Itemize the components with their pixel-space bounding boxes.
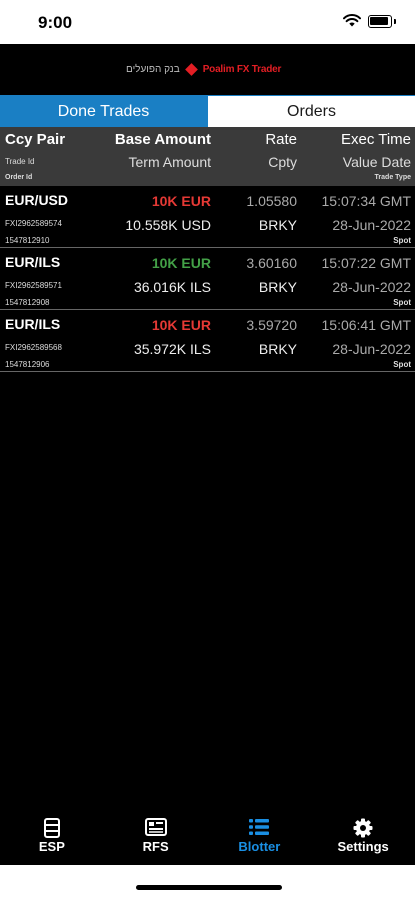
trade-term-amount: 36.016K ILS	[133, 279, 211, 295]
trade-type: Spot	[393, 236, 411, 245]
trade-id: FXI2962589568	[5, 343, 62, 352]
col-ccy-pair[interactable]: Ccy Pair	[5, 131, 65, 148]
col-trade-type: Trade Type	[374, 174, 411, 181]
home-indicator-area	[0, 865, 415, 900]
tab-label: Blotter	[238, 839, 281, 854]
trade-pair: EUR/USD	[5, 192, 69, 208]
bottom-tab-bar: ESP RFS Blotter Settings	[0, 810, 415, 865]
segment-control: Done Trades Orders	[0, 95, 415, 128]
tab-label: RFS	[142, 839, 169, 854]
battery-icon	[368, 15, 396, 28]
trade-exec-time: 15:07:34 GMT	[321, 193, 412, 209]
col-rate[interactable]: Rate	[265, 131, 297, 148]
trade-term-amount: 35.972K ILS	[133, 341, 211, 357]
trade-rate: 1.05580	[246, 193, 297, 209]
trade-rate: 3.60160	[246, 255, 297, 271]
trade-value-date: 28-Jun-2022	[332, 341, 411, 357]
trade-type: Spot	[393, 360, 411, 369]
status-time: 9:00	[38, 13, 73, 32]
list-icon	[248, 818, 270, 841]
col-trade-id: Trade Id	[5, 157, 35, 166]
trade-base-amount: 10K EUR	[151, 317, 211, 333]
trade-base-amount: 10K EUR	[151, 255, 211, 271]
col-term-amount: Term Amount	[128, 154, 211, 170]
bank-name-hebrew: בנק הפועלים	[126, 63, 180, 75]
trade-pair: EUR/ILS	[5, 316, 61, 332]
logo-diamond-icon	[184, 62, 198, 76]
brand-header: בנק הפועלים Poalim FX Trader	[0, 44, 415, 94]
trade-exec-time: 15:06:41 GMT	[321, 317, 412, 333]
table-row[interactable]: EUR/ILS 10K EUR 3.59720 15:06:41 GMT FXI…	[0, 311, 415, 372]
wifi-icon	[343, 14, 361, 32]
table-header: Ccy Pair Base Amount Rate Exec Time Trad…	[0, 127, 415, 186]
tab-blotter[interactable]: Blotter	[208, 810, 312, 865]
app-name: Poalim FX Trader	[202, 63, 282, 75]
table-row[interactable]: EUR/USD 10K EUR 1.05580 15:07:34 GMT FXI…	[0, 187, 415, 248]
home-indicator[interactable]	[136, 885, 282, 890]
trade-cpty: BRKY	[258, 279, 297, 295]
tab-label: ESP	[38, 839, 65, 854]
trade-id: FXI2962589571	[5, 281, 62, 290]
tab-settings[interactable]: Settings	[311, 810, 415, 865]
trade-type: Spot	[393, 298, 411, 307]
trade-cpty: BRKY	[258, 341, 297, 357]
tab-label: Settings	[337, 839, 389, 854]
table-row[interactable]: EUR/ILS 10K EUR 3.60160 15:07:22 GMT FXI…	[0, 249, 415, 310]
status-bar: 9:00	[0, 0, 415, 44]
trade-cpty: BRKY	[258, 217, 297, 233]
trade-term-amount: 10.558K USD	[125, 217, 211, 233]
trade-id: FXI2962589574	[5, 219, 62, 228]
tab-orders[interactable]: Orders	[207, 96, 415, 127]
rfs-icon	[144, 818, 167, 841]
col-base-amount[interactable]: Base Amount	[115, 131, 211, 148]
order-id: 1547812910	[5, 236, 50, 245]
trade-value-date: 28-Jun-2022	[332, 217, 411, 233]
trade-base-amount: 10K EUR	[151, 193, 211, 209]
trade-exec-time: 15:07:22 GMT	[321, 255, 412, 271]
trade-pair: EUR/ILS	[5, 254, 61, 270]
col-value-date: Value Date	[342, 154, 411, 170]
tab-esp[interactable]: ESP	[0, 810, 104, 865]
col-cpty: Cpty	[268, 154, 297, 170]
col-exec-time[interactable]: Exec Time	[341, 131, 411, 148]
tab-done-trades[interactable]: Done Trades	[0, 96, 207, 127]
order-id: 1547812906	[5, 360, 50, 369]
tab-rfs[interactable]: RFS	[104, 810, 208, 865]
trade-rate: 3.59720	[246, 317, 297, 333]
order-id: 1547812908	[5, 298, 50, 307]
col-order-id: Order Id	[5, 174, 33, 181]
trade-value-date: 28-Jun-2022	[332, 279, 411, 295]
